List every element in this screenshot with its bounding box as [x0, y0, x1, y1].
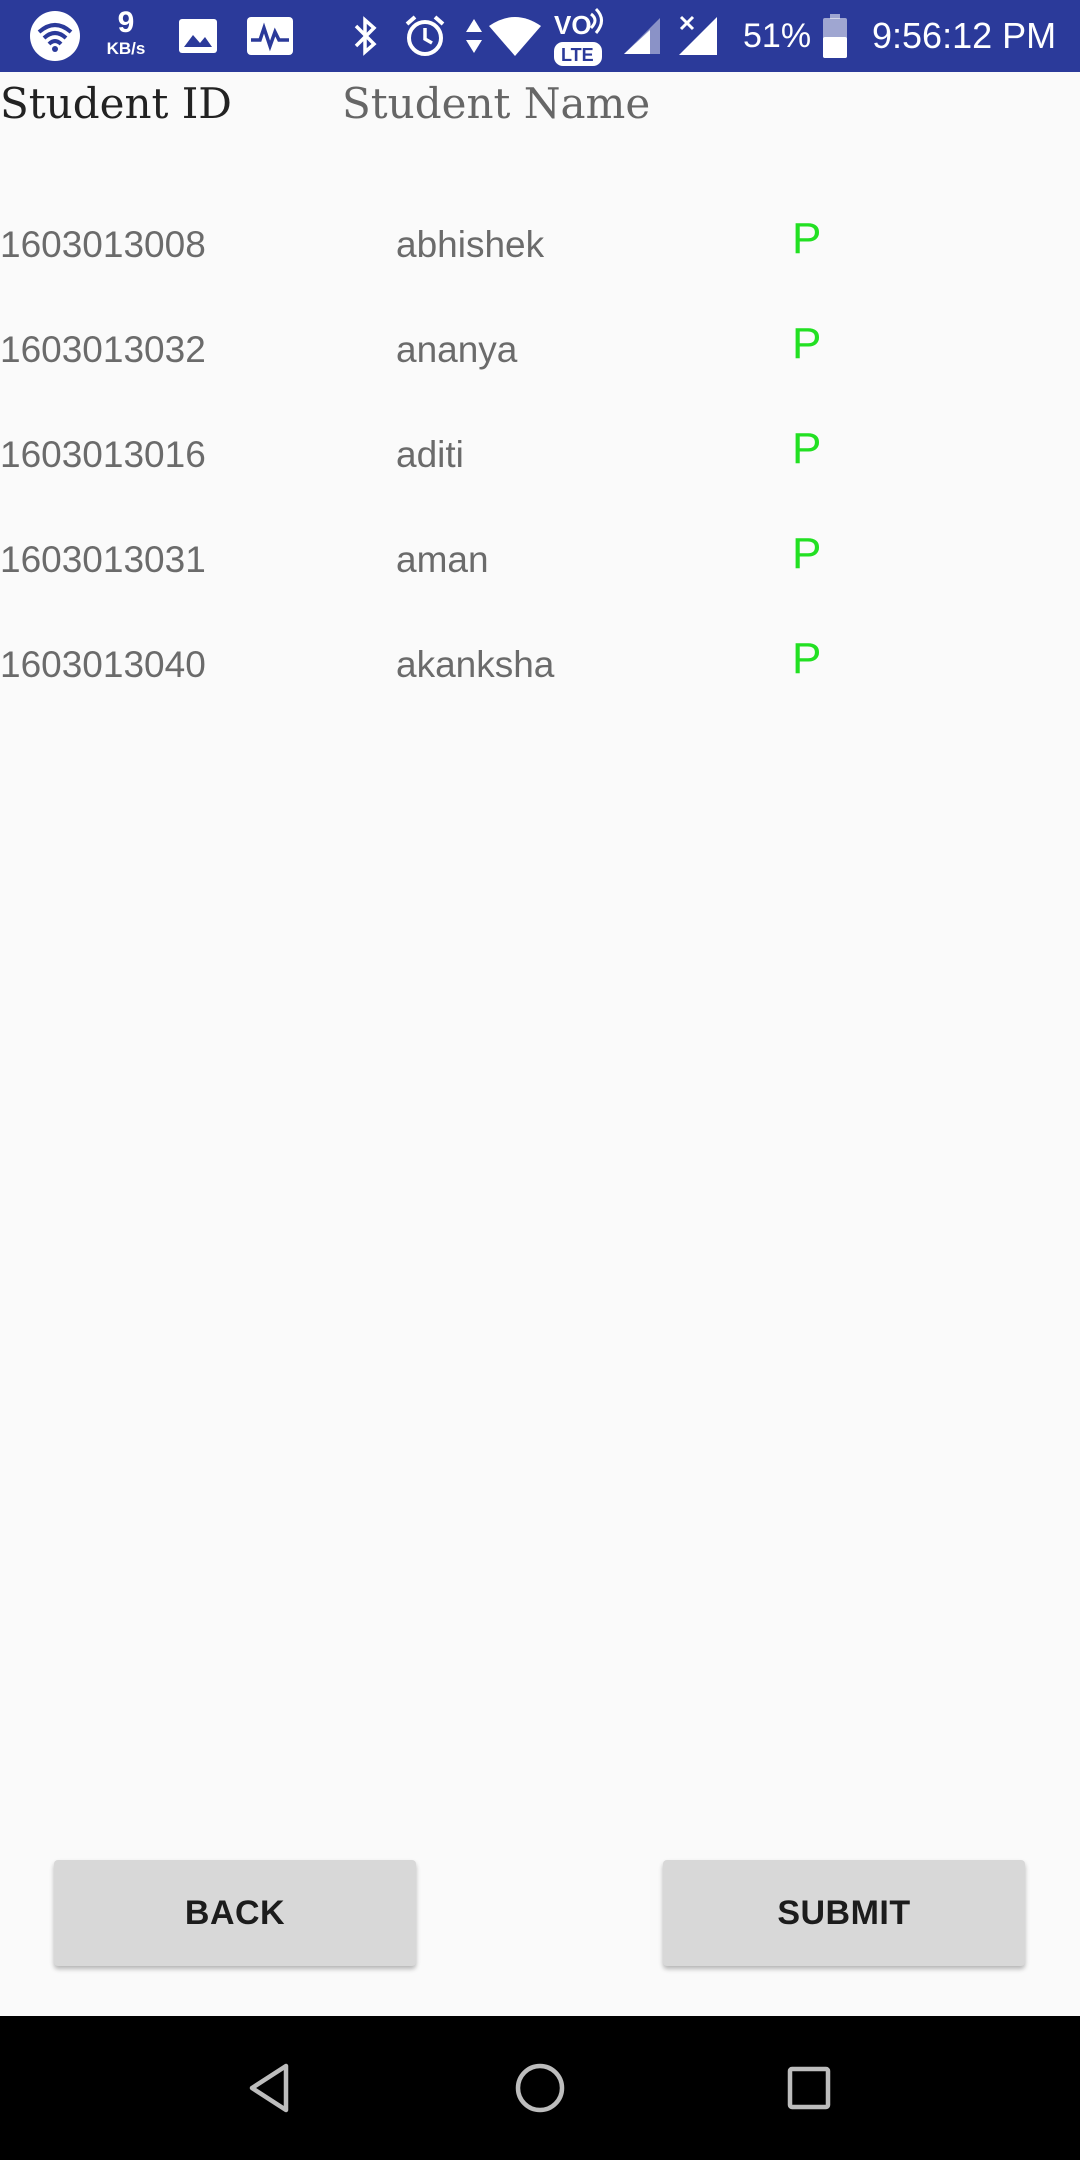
battery-icon [820, 0, 850, 72]
header-student-name: Student Name [342, 79, 651, 128]
data-arrows-icon [462, 0, 486, 72]
student-row: 1603013016 aditi P [0, 420, 1080, 490]
student-name: akanksha [396, 644, 555, 685]
network-speed-value: 9 [117, 6, 135, 39]
bluetooth-icon [346, 0, 386, 72]
recents-square-icon[interactable] [774, 2053, 844, 2123]
student-id: 1603013032 [0, 329, 206, 370]
student-row: 1603013031 aman P [0, 525, 1080, 595]
back-triangle-icon[interactable] [235, 2053, 305, 2123]
attendance-status[interactable]: P [792, 309, 821, 379]
attendance-status[interactable]: P [792, 204, 821, 274]
status-bar: 9 KB/s VO LTE 51% 9:56:12 PM [0, 0, 1080, 72]
back-button[interactable]: BACK [54, 1860, 416, 1966]
student-id: 1603013040 [0, 644, 206, 685]
network-speed-unit: KB/s [106, 39, 146, 58]
navigation-bar [0, 2016, 1080, 2160]
student-row: 1603013040 akanksha P [0, 630, 1080, 700]
activity-icon [244, 0, 296, 72]
home-circle-icon[interactable] [505, 2053, 575, 2123]
student-name: ananya [396, 329, 518, 370]
student-row: 1603013032 ananya P [0, 315, 1080, 385]
volte-icon: VO LTE [550, 0, 608, 72]
student-name: aditi [396, 434, 464, 475]
signal-x-icon [674, 0, 722, 72]
svg-text:LTE: LTE [561, 45, 594, 65]
student-id: 1603013016 [0, 434, 206, 475]
submit-button[interactable]: SUBMIT [663, 1860, 1025, 1966]
attendance-status[interactable]: P [792, 624, 821, 694]
alarm-icon [402, 0, 448, 72]
network-speed: 9 KB/s [98, 6, 154, 58]
student-name: abhishek [396, 224, 545, 265]
signal-icon [620, 0, 664, 72]
image-icon [176, 0, 220, 72]
attendance-status[interactable]: P [792, 414, 821, 484]
wifi-signal-icon [486, 0, 544, 72]
student-id: 1603013008 [0, 224, 206, 265]
battery-percent: 51% [743, 17, 812, 55]
student-id: 1603013031 [0, 539, 206, 580]
student-name: aman [396, 539, 489, 580]
wifi-icon [28, 0, 82, 72]
header-student-id: Student ID [0, 79, 232, 128]
svg-text:VO: VO [554, 10, 592, 40]
attendance-status[interactable]: P [792, 519, 821, 589]
student-row: 1603013008 abhishek P [0, 210, 1080, 280]
clock-time: 9:56:12 PM [872, 15, 1057, 56]
